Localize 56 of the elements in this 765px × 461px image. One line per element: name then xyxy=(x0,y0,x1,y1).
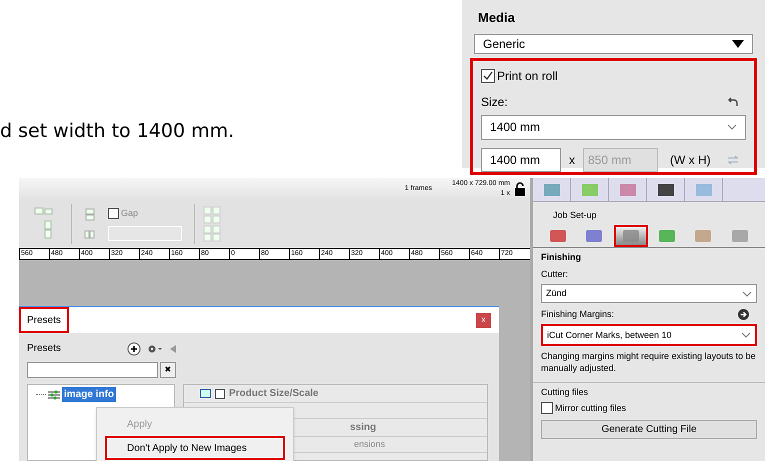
chevron-down-icon xyxy=(727,124,737,130)
dimension-order-label: (W x H) xyxy=(670,152,711,168)
width-input[interactable]: 1400 mm xyxy=(481,148,561,172)
chevron-down-icon xyxy=(741,332,751,338)
group-label: Job Set-up xyxy=(553,210,598,221)
undo-icon[interactable] xyxy=(728,96,738,106)
cutter-dropdown[interactable]: Zünd xyxy=(541,284,757,303)
tool-tab[interactable] xyxy=(614,225,648,247)
times-sign: x xyxy=(569,152,575,168)
swap-icon[interactable] xyxy=(726,154,739,164)
media-dropdown[interactable]: Generic xyxy=(474,34,753,54)
margins-note: Changing margins might require existing layouts to be manually adjusted. xyxy=(541,350,757,374)
dialog-title: Presets xyxy=(19,307,69,333)
dropdown-arrow-icon xyxy=(732,40,744,48)
tab-icon xyxy=(656,182,674,196)
close-button[interactable]: x xyxy=(476,312,491,328)
margins-label: Finishing Margins: xyxy=(541,309,614,320)
sliders-icon xyxy=(48,390,60,400)
section-header: ssing xyxy=(350,420,376,434)
gap-field[interactable] xyxy=(108,226,182,242)
size-dropdown[interactable]: 1400 mm xyxy=(481,114,746,140)
instruction-text: d set width to 1400 mm. xyxy=(0,119,234,143)
menu-item[interactable]: Don't Apply to New Images xyxy=(105,436,285,460)
arrow-circle-icon[interactable] xyxy=(738,309,749,320)
section-header: Product Size/Scale xyxy=(229,386,318,400)
collapse-icon[interactable] xyxy=(169,344,177,354)
spacing-icons-drawing xyxy=(84,207,96,241)
checkbox[interactable] xyxy=(108,208,119,219)
grid-icons-drawing xyxy=(203,206,221,242)
gear-icon[interactable] xyxy=(147,344,163,354)
tab-icon xyxy=(618,182,636,196)
margins-dropdown[interactable]: iCut Corner Marks, between 10 xyxy=(541,324,757,346)
generate-cutting-file-button[interactable]: Generate Cutting File xyxy=(541,420,757,439)
tab-icon xyxy=(580,182,598,196)
search-field[interactable] xyxy=(27,362,158,378)
tab-icon xyxy=(542,182,560,196)
tab-icon xyxy=(694,182,712,196)
lock-icon[interactable] xyxy=(514,182,526,196)
gap-label: Gap xyxy=(121,206,138,220)
cutting-files-label: Cutting files xyxy=(541,387,590,398)
section-title: Finishing xyxy=(541,252,582,263)
checkbox-label: Print on roll xyxy=(497,68,558,84)
chevron-down-icon xyxy=(742,290,752,296)
tree-item[interactable]: image info xyxy=(62,387,116,402)
add-icon[interactable] xyxy=(127,342,141,356)
checkbox[interactable] xyxy=(541,402,553,414)
size-label: Size: xyxy=(481,94,508,110)
setting-row-text: ensions xyxy=(354,438,386,451)
clear-button[interactable]: ✖ xyxy=(160,362,176,378)
presets-label: Presets xyxy=(27,342,61,356)
checkbox[interactable] xyxy=(215,388,225,398)
section-title: Media xyxy=(478,9,516,27)
checkbox-label: Mirror cutting files xyxy=(555,402,626,414)
image-icon xyxy=(200,389,211,398)
checkbox[interactable] xyxy=(481,68,495,82)
cutter-label: Cutter: xyxy=(541,269,570,280)
